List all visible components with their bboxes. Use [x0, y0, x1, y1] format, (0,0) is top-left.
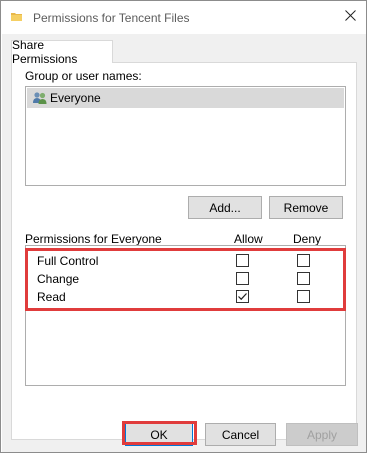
add-button[interactable]: Add...: [188, 196, 262, 219]
apply-button[interactable]: Apply: [286, 423, 358, 446]
tab-share-permissions[interactable]: Share Permissions: [11, 38, 113, 66]
ok-button-highlight: [122, 421, 197, 445]
close-button[interactable]: [337, 3, 363, 31]
permissions-for-label: Permissions for Everyone: [25, 232, 162, 246]
list-item-everyone[interactable]: Everyone: [27, 88, 344, 108]
group-names-label: Group or user names:: [25, 69, 142, 83]
close-icon: [344, 10, 356, 24]
window-title: Permissions for Tencent Files: [33, 11, 190, 25]
permissions-highlight: [25, 248, 346, 311]
cancel-button[interactable]: Cancel: [205, 423, 276, 446]
deny-column-header: Deny: [293, 232, 322, 246]
user-group-icon: [32, 90, 48, 106]
permissions-dialog: Permissions for Tencent Files Share Perm…: [0, 0, 367, 453]
remove-button[interactable]: Remove: [269, 196, 343, 219]
tab-label: Share Permissions: [12, 38, 78, 66]
group-user-list[interactable]: Everyone: [25, 86, 346, 186]
user-name: Everyone: [50, 91, 101, 105]
allow-column-header: Allow: [234, 232, 263, 246]
folder-icon: [11, 11, 23, 23]
title-bar[interactable]: Permissions for Tencent Files: [1, 1, 366, 34]
